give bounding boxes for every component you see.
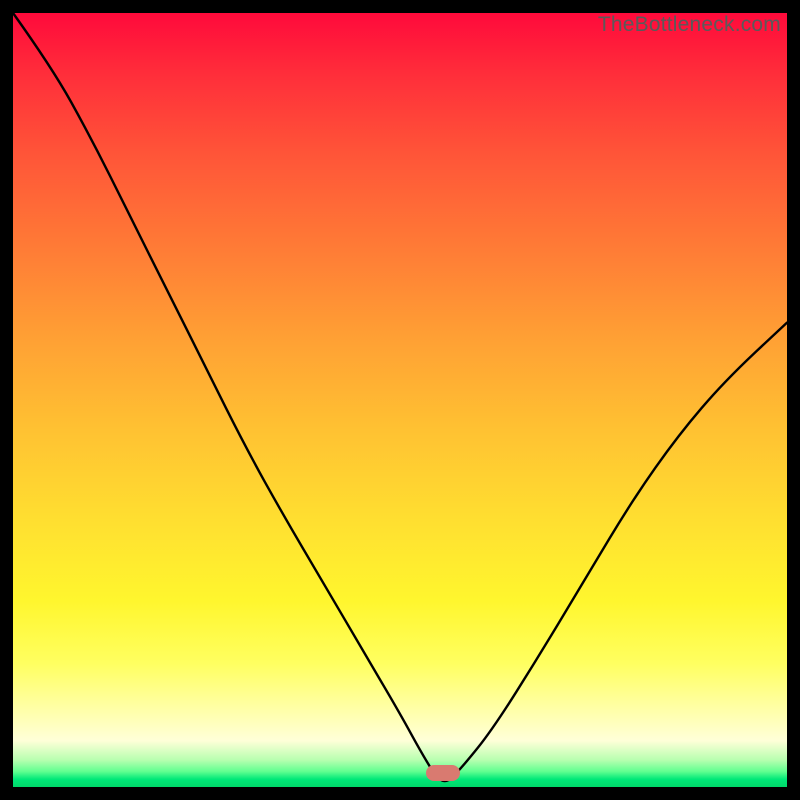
chart-frame: TheBottleneck.com <box>13 13 787 787</box>
bottleneck-curve <box>13 13 787 787</box>
optimum-marker <box>426 765 460 781</box>
watermark-text: TheBottleneck.com <box>598 13 781 37</box>
